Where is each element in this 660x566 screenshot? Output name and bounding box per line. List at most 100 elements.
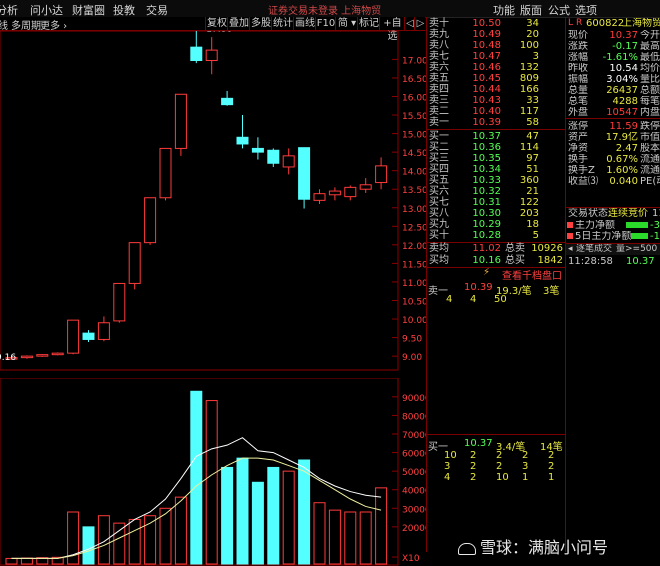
- volume-bars-group[interactable]: [5, 390, 388, 565]
- menu-item-options[interactable]: 选项: [575, 2, 597, 18]
- volume-bar[interactable]: [174, 496, 187, 565]
- ask-level-row[interactable]: 卖五 10.45 809: [427, 73, 566, 84]
- bid-level-row[interactable]: 买六 10.32 21: [427, 186, 566, 197]
- ask-level-row[interactable]: 卖九 10.49 20: [427, 29, 566, 40]
- ask-level-row[interactable]: 卖四 10.44 166: [427, 84, 566, 95]
- volume-bar[interactable]: [344, 511, 357, 565]
- mark-button[interactable]: 标记: [357, 17, 380, 30]
- bid-queue-cell: 4: [444, 472, 451, 483]
- bid-level-row[interactable]: 买九 10.29 18: [427, 219, 566, 230]
- draw-line-button[interactable]: 画线: [293, 17, 316, 30]
- candle[interactable]: [221, 97, 234, 106]
- menu-item-analysis[interactable]: 分析: [0, 2, 18, 18]
- candle[interactable]: [51, 352, 64, 356]
- bid-level-row[interactable]: 买二 10.36 114: [427, 142, 566, 153]
- volume-chart[interactable]: 90000 80000 70000 60000 50000 40000 30000 20000…: [0, 378, 426, 566]
- candle[interactable]: [205, 49, 218, 62]
- candle[interactable]: [144, 197, 157, 244]
- volume-bar[interactable]: [205, 400, 218, 565]
- candle[interactable]: [82, 332, 95, 340]
- statistics-button[interactable]: 统计: [271, 17, 294, 30]
- candle[interactable]: [36, 354, 49, 357]
- quote-value: 10547: [606, 107, 638, 118]
- candle[interactable]: [328, 190, 341, 196]
- volume-bar[interactable]: [113, 522, 126, 565]
- volume-bar[interactable]: [298, 459, 311, 565]
- bid-level-row[interactable]: 买一 10.37 47: [427, 131, 566, 142]
- ask-level-row[interactable]: 卖六 10.46 132: [427, 62, 566, 73]
- bid-level-label: 买三: [429, 153, 449, 164]
- candle[interactable]: [251, 147, 264, 153]
- overlay-button[interactable]: 叠加: [227, 17, 250, 30]
- candle[interactable]: [159, 147, 172, 199]
- next-arrow-icon[interactable]: ▷: [414, 17, 426, 30]
- menu-item-wealth-circle[interactable]: 财富圈: [72, 2, 105, 18]
- volume-bar[interactable]: [328, 509, 341, 565]
- candle[interactable]: [128, 242, 141, 284]
- volume-bar[interactable]: [221, 466, 234, 565]
- menu-item-investor-education[interactable]: 投教: [113, 2, 135, 18]
- tick-filter-label[interactable]: 量>=500 额>: [616, 244, 660, 255]
- more-button[interactable]: 更多 ›: [40, 17, 67, 32]
- bid-level-row[interactable]: 买八 10.30 203: [427, 208, 566, 219]
- bid-level-row[interactable]: 买五 10.33 360: [427, 175, 566, 186]
- ask-level-row[interactable]: 卖十 10.50 34: [427, 18, 566, 29]
- tick-trades-tab[interactable]: 逐笔成交: [576, 244, 612, 255]
- volume-bar[interactable]: [313, 502, 326, 565]
- menu-item-trade[interactable]: 交易: [146, 2, 168, 18]
- menu-item-layout[interactable]: 版面: [520, 2, 542, 18]
- candle[interactable]: [174, 93, 187, 149]
- volume-bar[interactable]: [267, 466, 280, 565]
- candlestick-chart[interactable]: 17.00 16.50 16.00 15.50 15.00 14.50 14.00 13.50…: [0, 31, 426, 371]
- quote-row: 振幅 3.04% 量比: [566, 74, 660, 85]
- low-marker-label: 9.16: [0, 353, 16, 363]
- candles-group[interactable]: [5, 31, 388, 360]
- view-thousand-levels-button[interactable]: 查看千档盘口: [502, 267, 562, 282]
- candle[interactable]: [359, 184, 372, 190]
- multi-stock-button[interactable]: 多股: [249, 17, 272, 30]
- bid-level-row[interactable]: 买七 10.31 122: [427, 197, 566, 208]
- candle[interactable]: [236, 136, 249, 145]
- multi-period-button[interactable]: 多周期: [11, 17, 41, 32]
- bid-level-row[interactable]: 买十 10.28 5: [427, 230, 566, 241]
- quote-value: 10.54: [609, 63, 638, 74]
- candle[interactable]: [97, 322, 110, 340]
- ask-level-row[interactable]: 卖三 10.43 33: [427, 95, 566, 106]
- volume-bar[interactable]: [190, 390, 203, 565]
- menu-item-function[interactable]: 功能: [493, 2, 515, 18]
- candle[interactable]: [344, 186, 357, 198]
- simplified-dropdown[interactable]: 简 ▾: [335, 17, 358, 30]
- volume-bar[interactable]: [236, 457, 249, 565]
- menu-item-formula[interactable]: 公式: [548, 2, 570, 18]
- candle[interactable]: [190, 46, 203, 62]
- period-line-button[interactable]: 线: [0, 17, 8, 32]
- candle[interactable]: [113, 282, 126, 322]
- volume-bar[interactable]: [375, 487, 388, 565]
- ask-level-row[interactable]: 卖一 10.39 58: [427, 117, 566, 128]
- candle[interactable]: [67, 319, 80, 354]
- volume-bar[interactable]: [251, 481, 264, 565]
- candle[interactable]: [313, 193, 326, 201]
- f10-button[interactable]: F10: [315, 17, 336, 30]
- volume-bar[interactable]: [82, 526, 95, 565]
- volume-bar[interactable]: [97, 515, 110, 565]
- adjust-button[interactable]: 复权: [205, 17, 228, 30]
- ask-level-row[interactable]: 卖七 10.47 3: [427, 51, 566, 62]
- volume-bar[interactable]: [20, 557, 33, 565]
- tick-tab-row[interactable]: ◂ 逐笔成交 量>=500 额>: [566, 244, 660, 255]
- candle[interactable]: [282, 155, 295, 168]
- candle[interactable]: [20, 355, 33, 359]
- candle[interactable]: [298, 147, 311, 200]
- volume-bar[interactable]: [282, 470, 295, 565]
- candle[interactable]: [375, 165, 388, 184]
- ask-level-row[interactable]: 卖二 10.40 117: [427, 106, 566, 117]
- volume-bar[interactable]: [359, 511, 372, 565]
- candle[interactable]: [267, 149, 280, 164]
- volume-bar[interactable]: [5, 557, 18, 565]
- ask-level-row[interactable]: 卖八 10.48 100: [427, 40, 566, 51]
- menu-item-wenxiaoda[interactable]: 问小达: [30, 2, 63, 18]
- volume-bar[interactable]: [128, 518, 141, 565]
- bid-level-row[interactable]: 买三 10.35 97: [427, 153, 566, 164]
- bid-level-row[interactable]: 买四 10.34 51: [427, 164, 566, 175]
- add-watchlist-button[interactable]: +自选: [379, 17, 405, 42]
